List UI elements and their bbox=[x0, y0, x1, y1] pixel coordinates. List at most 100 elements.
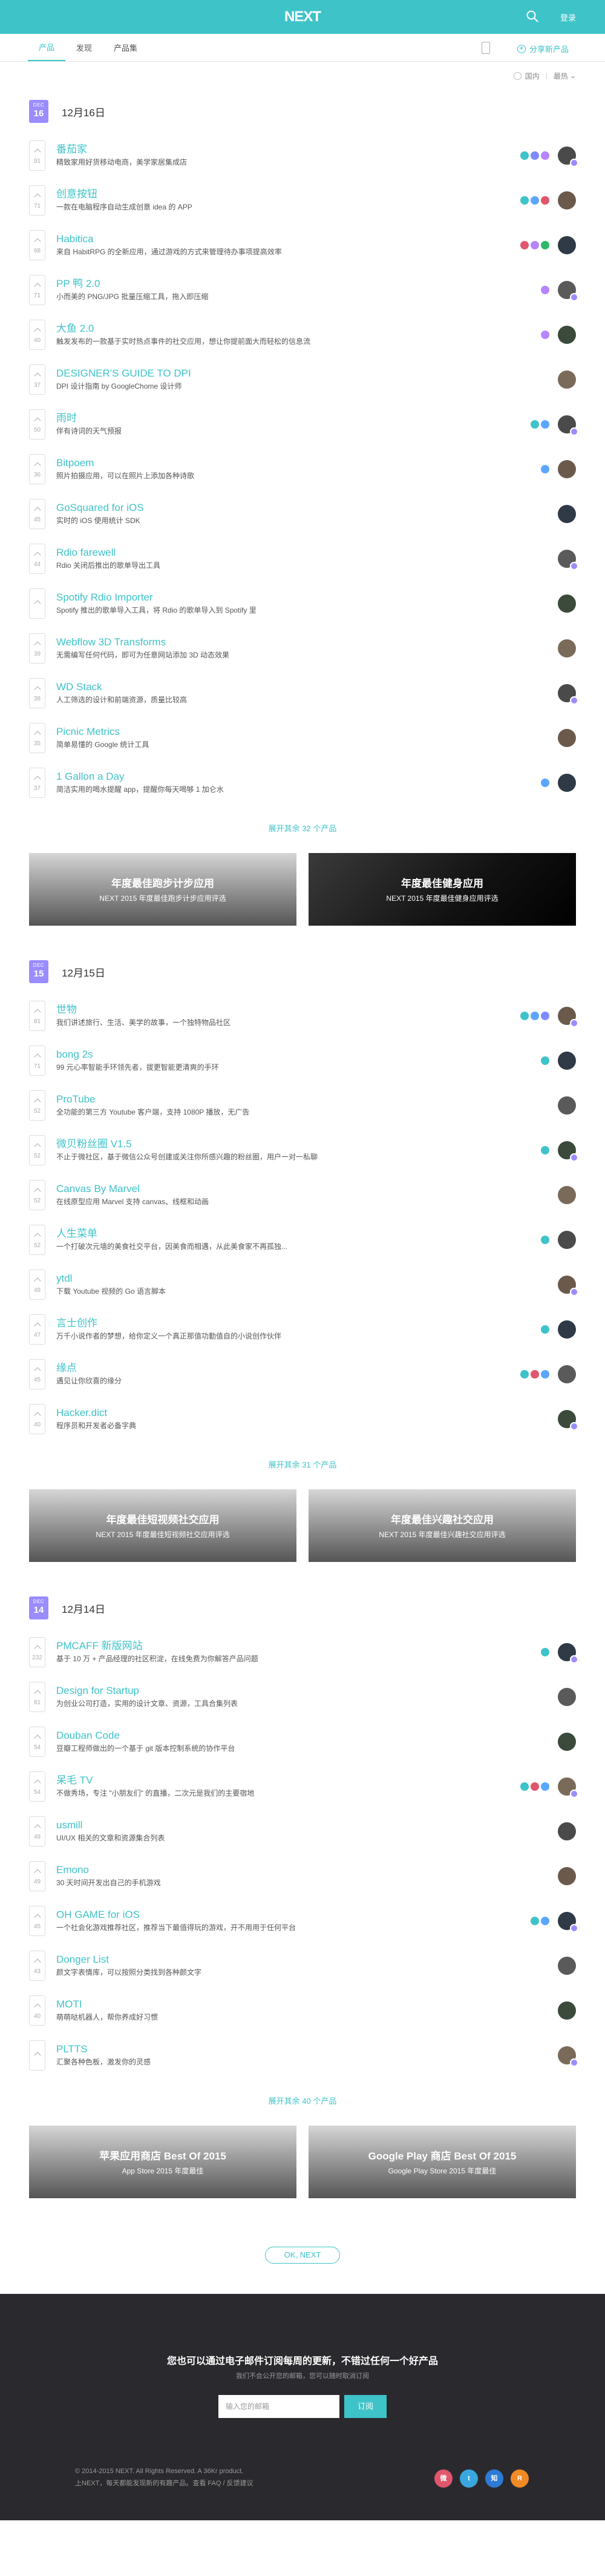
sort-filter[interactable]: 最热 bbox=[554, 71, 568, 81]
award-banner[interactable]: 年度最佳兴趣社交应用 NEXT 2015 年度最佳兴趣社交应用评选 bbox=[309, 1489, 576, 1562]
upvote-button[interactable]: 40 bbox=[29, 1404, 45, 1434]
avatar[interactable] bbox=[558, 2001, 576, 2020]
avatar[interactable] bbox=[558, 326, 576, 344]
product-row[interactable]: 40 MOTI 萌萌哒机器人，帮你养成好习惯 bbox=[29, 1988, 576, 2033]
avatar[interactable] bbox=[558, 1186, 576, 1204]
upvote-button[interactable]: 52 bbox=[29, 1180, 45, 1210]
upvote-button[interactable]: 47 bbox=[29, 1314, 45, 1345]
award-banner[interactable]: 年度最佳短视频社交应用 NEXT 2015 年度最佳短视频社交应用评选 bbox=[29, 1489, 296, 1562]
product-name[interactable]: MOTI bbox=[56, 1998, 549, 2011]
upvote-button[interactable]: 68 bbox=[29, 230, 45, 260]
ok-next-button[interactable]: OK, NEXT bbox=[265, 2247, 340, 2264]
product-row[interactable]: 45 缘点 遇见让你欣喜的缘分 bbox=[29, 1352, 576, 1397]
upvote-button[interactable]: 45 bbox=[29, 1359, 45, 1389]
avatar[interactable] bbox=[558, 1365, 576, 1383]
tab-collections[interactable]: 产品集 bbox=[103, 34, 148, 61]
avatar[interactable] bbox=[558, 729, 576, 747]
product-row[interactable]: PLTTS 汇聚各种色板，激发你的灵感 bbox=[29, 2033, 578, 2078]
product-name[interactable]: PLTTS bbox=[56, 2043, 549, 2056]
product-row[interactable]: 68 Habitica 来自 HabitRPG 的全新应用，通过游戏的方式来管理待办… bbox=[29, 223, 576, 268]
upvote-button[interactable]: 38 bbox=[29, 678, 45, 708]
search-icon[interactable] bbox=[525, 9, 540, 24]
expand-more-link[interactable]: 展开其余 40 个产品 bbox=[29, 2078, 576, 2126]
product-name[interactable]: 世物 bbox=[56, 1003, 518, 1016]
upvote-button[interactable] bbox=[29, 588, 45, 619]
upvote-button[interactable]: 52 bbox=[29, 1090, 45, 1121]
product-name[interactable]: 缘点 bbox=[56, 1362, 518, 1375]
upvote-button[interactable]: 52 bbox=[29, 1135, 45, 1165]
product-name[interactable]: ytdl bbox=[56, 1272, 549, 1285]
product-row[interactable]: 50 雨时 伴有诗词的天气预报 bbox=[29, 402, 578, 447]
product-row[interactable]: 71 创意按钮 一款在电脑程序自动生成创意 idea 的 APP bbox=[29, 178, 576, 223]
product-row[interactable]: 91 番茄家 精致家用好货移动电商，美学家居集成店 bbox=[29, 133, 578, 178]
product-name[interactable]: OH GAME for iOS bbox=[56, 1908, 529, 1922]
upvote-button[interactable]: 81 bbox=[29, 1001, 45, 1031]
avatar[interactable] bbox=[558, 460, 576, 478]
product-name[interactable]: Habitica bbox=[56, 232, 518, 246]
upvote-button[interactable]: 91 bbox=[29, 140, 45, 171]
product-row[interactable]: Spotify Rdio Importer Spotify 推出的歌单导入工具，将… bbox=[29, 581, 576, 626]
avatar[interactable] bbox=[558, 1957, 576, 1975]
award-banner[interactable]: Google Play 商店 Best Of 2015 Google Play S… bbox=[309, 2126, 576, 2198]
product-name[interactable]: Hacker.dict bbox=[56, 1406, 549, 1420]
product-row[interactable]: 36 Bitpoem 照片拍摄应用，可以在照片上添加各种诗歌 bbox=[29, 447, 576, 492]
product-row[interactable]: 52 微贝粉丝圈 V1.5 不止于微社区，基于微信公众号创建或关注你所感兴趣的粉丝圈… bbox=[29, 1128, 578, 1173]
product-name[interactable]: Webflow 3D Transforms bbox=[56, 636, 549, 649]
avatar[interactable] bbox=[558, 415, 578, 436]
product-name[interactable]: 1 Gallon a Day bbox=[56, 770, 539, 783]
upvote-button[interactable]: 71 bbox=[29, 185, 45, 216]
upvote-button[interactable]: 48 bbox=[29, 1270, 45, 1300]
avatar[interactable] bbox=[558, 371, 576, 389]
product-name[interactable]: 呆毛 TV bbox=[56, 1774, 518, 1787]
avatar[interactable] bbox=[558, 1320, 576, 1339]
avatar[interactable] bbox=[558, 1643, 578, 1664]
region-filter[interactable]: 国内 bbox=[525, 71, 540, 81]
product-row[interactable]: 232 PMCAFF 新版网站 基于 10 万 + 产品经理的社区积淀，在线免费为你… bbox=[29, 1630, 578, 1675]
avatar[interactable] bbox=[558, 1777, 578, 1798]
product-row[interactable]: 43 Donger List 颜文字表情库，可以按照分类找到各种颜文字 bbox=[29, 1943, 576, 1988]
avatar[interactable] bbox=[558, 1231, 576, 1249]
avatar[interactable] bbox=[558, 236, 576, 254]
faq-line[interactable]: 上NEXT，每天都能发现新的有趣产品。查看 FAQ / 反馈建议 bbox=[75, 2477, 253, 2489]
upvote-button[interactable]: 71 bbox=[29, 1046, 45, 1076]
product-row[interactable]: 48 ytdl 下载 Youtube 视频的 Go 语言脚本 bbox=[29, 1262, 578, 1307]
upvote-button[interactable]: 44 bbox=[29, 544, 45, 574]
product-name[interactable]: 雨时 bbox=[56, 412, 529, 425]
upvote-button[interactable]: 54 bbox=[29, 1727, 45, 1757]
upvote-button[interactable]: 40 bbox=[29, 1995, 45, 2026]
avatar[interactable] bbox=[558, 1733, 576, 1751]
subscribe-button[interactable]: 订阅 bbox=[344, 2395, 387, 2418]
upvote-button[interactable] bbox=[29, 2040, 45, 2070]
avatar[interactable] bbox=[558, 595, 576, 613]
avatar[interactable] bbox=[558, 774, 576, 792]
product-row[interactable]: 35 Picnic Metrics 简单易懂的 Google 统计工具 bbox=[29, 716, 576, 760]
product-name[interactable]: Spotify Rdio Importer bbox=[56, 591, 549, 604]
avatar[interactable] bbox=[558, 1007, 578, 1027]
product-row[interactable]: 54 Douban Code 豆瓣工程师做出的一个基于 git 版本控制系统的协作平… bbox=[29, 1719, 576, 1764]
share-product-button[interactable]: + 分享新产品 bbox=[517, 43, 569, 54]
product-row[interactable]: 54 呆毛 TV 不做秀场，专注 "小朋友们" 的直播，二次元是我们的主要宿地 bbox=[29, 1764, 578, 1809]
avatar[interactable] bbox=[558, 1096, 576, 1115]
product-name[interactable]: 创意按钮 bbox=[56, 188, 518, 201]
product-row[interactable]: 38 WD Stack 人工筛选的设计和前端资源，质量比较高 bbox=[29, 671, 578, 716]
product-name[interactable]: 番茄家 bbox=[56, 143, 518, 156]
upvote-button[interactable]: 49 bbox=[29, 1816, 45, 1846]
product-name[interactable]: usmill bbox=[56, 1819, 549, 1832]
award-banner[interactable]: 年度最佳跑步计步应用 NEXT 2015 年度最佳跑步计步应用评选 bbox=[29, 853, 296, 926]
product-row[interactable]: 37 1 Gallon a Day 简洁实用的喝水提醒 app，提醒你每天喝够 1 … bbox=[29, 760, 576, 805]
upvote-button[interactable]: 49 bbox=[29, 1861, 45, 1891]
product-name[interactable]: Emono bbox=[56, 1863, 549, 1877]
award-banner[interactable]: 年度最佳健身应用 NEXT 2015 年度最佳健身应用评选 bbox=[309, 853, 576, 926]
product-name[interactable]: WD Stack bbox=[56, 680, 549, 694]
upvote-button[interactable]: 37 bbox=[29, 768, 45, 798]
upvote-button[interactable]: 54 bbox=[29, 1771, 45, 1802]
product-name[interactable]: DESIGNER'S GUIDE TO DPI bbox=[56, 367, 549, 380]
upvote-button[interactable]: 232 bbox=[29, 1637, 45, 1667]
avatar[interactable] bbox=[558, 550, 578, 570]
product-name[interactable]: Douban Code bbox=[56, 1729, 549, 1742]
product-row[interactable]: 40 大鱼 2.0 触发发布的一款基于实时热点事件的社交应用，想让你提前面大而轻松的… bbox=[29, 312, 576, 357]
product-row[interactable]: 71 PP 鸭 2.0 小而美的 PNG/JPG 批量压缩工具，拖入即压缩 bbox=[29, 268, 578, 312]
product-row[interactable]: 47 言士创作 万千小说作者的梦想，给你定义一个真正那值功勤值自的小说创作伙伴 bbox=[29, 1307, 576, 1352]
award-banner[interactable]: 苹果应用商店 Best Of 2015 App Store 2015 年度最佳 bbox=[29, 2126, 296, 2198]
avatar[interactable] bbox=[558, 1822, 576, 1840]
